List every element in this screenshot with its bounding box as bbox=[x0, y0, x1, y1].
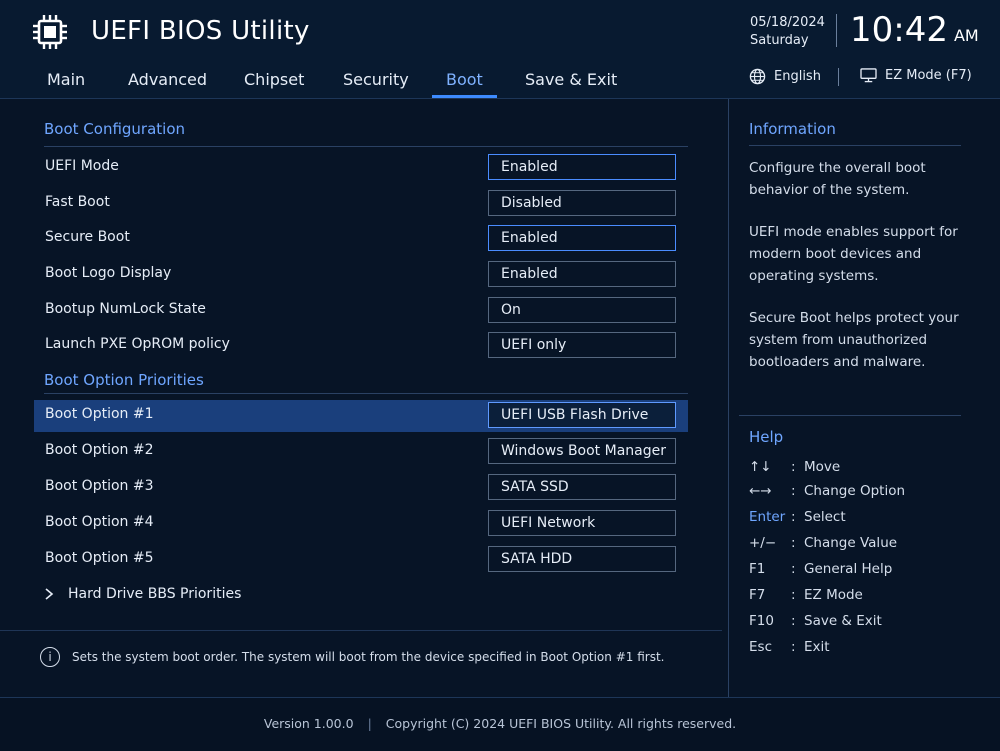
footer-text: Version 1.00.0 | Copyright (C) 2024 UEFI B… bbox=[263, 716, 737, 731]
submenu-hard-drive-bbs-priorities[interactable]: Hard Drive BBS Priorities bbox=[44, 586, 241, 602]
help-title: Help bbox=[749, 428, 784, 446]
help-key: +/− bbox=[749, 535, 777, 551]
info-icon: i bbox=[40, 647, 60, 667]
information-text: Configure the overall boot behavior of t… bbox=[749, 157, 969, 393]
information-divider bbox=[749, 145, 961, 146]
tab-chipset[interactable]: Chipset bbox=[244, 60, 304, 98]
help-key: F1 bbox=[749, 561, 766, 577]
setting-label: Secure Boot bbox=[45, 229, 130, 245]
boot-option-row-5[interactable]: Boot Option #5 SATA HDD bbox=[34, 544, 688, 576]
header-divider-2 bbox=[838, 68, 839, 86]
tab-main[interactable]: Main bbox=[47, 60, 85, 98]
boot-option-value[interactable]: SATA SSD bbox=[488, 474, 676, 500]
setting-row-pxe-oprom-policy[interactable]: Launch PXE OpROM policy UEFI only bbox=[34, 330, 688, 362]
date-display: 05/18/2024 Saturday bbox=[750, 14, 825, 50]
side-divider bbox=[739, 415, 961, 416]
help-desc: Change Value bbox=[804, 535, 898, 551]
help-desc: Save & Exit bbox=[804, 613, 882, 629]
monitor-icon bbox=[860, 68, 877, 83]
setting-value[interactable]: UEFI only bbox=[488, 332, 676, 358]
info-paragraph: UEFI mode enables support for modern boo… bbox=[749, 224, 958, 284]
boot-option-value[interactable]: UEFI USB Flash Drive bbox=[488, 402, 676, 428]
setting-value[interactable]: Enabled bbox=[488, 225, 676, 251]
help-key: ←→ bbox=[749, 483, 772, 499]
help-key: Enter bbox=[749, 509, 786, 525]
help-key: Esc bbox=[749, 639, 772, 655]
submenu-label: Hard Drive BBS Priorities bbox=[68, 586, 242, 602]
setting-label: Boot Logo Display bbox=[45, 265, 172, 281]
help-desc: Change Option bbox=[804, 483, 906, 499]
setting-row-boot-logo-display[interactable]: Boot Logo Display Enabled bbox=[34, 259, 688, 291]
setting-row-uefi-mode[interactable]: UEFI Mode Enabled bbox=[34, 152, 688, 184]
setting-label: Bootup NumLock State bbox=[45, 301, 206, 317]
help-key: ↑↓ bbox=[749, 459, 772, 475]
setting-value[interactable]: On bbox=[488, 297, 676, 323]
globe-icon bbox=[749, 68, 766, 85]
help-desc: EZ Mode bbox=[804, 587, 863, 603]
footer-bar: Version 1.00.0 | Copyright (C) 2024 UEFI B… bbox=[0, 697, 1000, 751]
tab-boot[interactable]: Boot bbox=[432, 60, 497, 98]
boot-option-row-4[interactable]: Boot Option #4 UEFI Network bbox=[34, 508, 688, 540]
header-bar: UEFI BIOS Utility 05/18/2024 Saturday 10… bbox=[0, 0, 1000, 99]
setting-value[interactable]: Enabled bbox=[488, 154, 676, 180]
day-text: Saturday bbox=[750, 33, 809, 48]
boot-option-label: Boot Option #1 bbox=[45, 406, 154, 422]
date-text: 05/18/2024 bbox=[750, 15, 825, 30]
chevron-right-icon bbox=[45, 588, 54, 600]
hint-bar: i Sets the system boot order. The system… bbox=[40, 647, 664, 667]
help-desc: Move bbox=[804, 459, 841, 475]
help-desc: General Help bbox=[804, 561, 893, 577]
setting-label: Fast Boot bbox=[45, 194, 110, 210]
clock-time: 10:42 bbox=[850, 10, 948, 50]
ez-mode-label: EZ Mode (F7) bbox=[885, 68, 972, 83]
side-panel: Information Configure the overall boot b… bbox=[728, 99, 1000, 697]
section-divider bbox=[44, 146, 688, 147]
copyright-text: Copyright (C) 2024 UEFI BIOS Utility. Al… bbox=[385, 716, 737, 731]
hint-divider bbox=[0, 630, 722, 631]
app-title: UEFI BIOS Utility bbox=[91, 16, 310, 46]
version-text: Version 1.00.0 bbox=[263, 716, 354, 731]
info-paragraph: Configure the overall boot behavior of t… bbox=[749, 160, 926, 198]
help-key: F7 bbox=[749, 587, 766, 603]
boot-option-value[interactable]: Windows Boot Manager bbox=[488, 438, 676, 464]
tab-security[interactable]: Security bbox=[343, 60, 409, 98]
help-key: F10 bbox=[749, 613, 774, 629]
tab-save-exit[interactable]: Save & Exit bbox=[525, 60, 617, 98]
main-panel: Boot Configuration UEFI Mode Enabled Fas… bbox=[0, 99, 728, 697]
information-title: Information bbox=[749, 120, 836, 138]
boot-option-label: Boot Option #3 bbox=[45, 478, 154, 494]
boot-option-value[interactable]: SATA HDD bbox=[488, 546, 676, 572]
setting-value[interactable]: Enabled bbox=[488, 261, 676, 287]
setting-value[interactable]: Disabled bbox=[488, 190, 676, 216]
tab-advanced[interactable]: Advanced bbox=[128, 60, 207, 98]
boot-option-label: Boot Option #2 bbox=[45, 442, 154, 458]
help-desc: Exit bbox=[804, 639, 830, 655]
boot-option-row-1[interactable]: Boot Option #1 UEFI USB Flash Drive bbox=[34, 400, 688, 432]
cpu-chip-icon bbox=[33, 15, 67, 49]
language-label: English bbox=[774, 69, 821, 84]
boot-option-row-2[interactable]: Boot Option #2 Windows Boot Manager bbox=[34, 436, 688, 468]
language-selector[interactable]: English bbox=[749, 68, 821, 85]
info-paragraph: Secure Boot helps protect your system fr… bbox=[749, 310, 959, 370]
ez-mode-button[interactable]: EZ Mode (F7) bbox=[860, 68, 972, 83]
boot-option-label: Boot Option #4 bbox=[45, 514, 154, 530]
hint-text: Sets the system boot order. The system w… bbox=[72, 650, 665, 664]
setting-label: UEFI Mode bbox=[45, 158, 119, 174]
section-divider bbox=[44, 393, 688, 394]
section-title-boot-configuration: Boot Configuration bbox=[44, 120, 186, 138]
boot-option-value[interactable]: UEFI Network bbox=[488, 510, 676, 536]
setting-row-numlock-state[interactable]: Bootup NumLock State On bbox=[34, 295, 688, 327]
setting-row-fast-boot[interactable]: Fast Boot Disabled bbox=[34, 188, 688, 220]
help-desc: Select bbox=[804, 509, 846, 525]
header-divider bbox=[836, 14, 837, 47]
setting-label: Launch PXE OpROM policy bbox=[45, 336, 230, 352]
clock: 10:42 AM bbox=[850, 10, 979, 50]
boot-option-label: Boot Option #5 bbox=[45, 550, 154, 566]
setting-row-secure-boot[interactable]: Secure Boot Enabled bbox=[34, 223, 688, 255]
clock-ampm: AM bbox=[953, 26, 979, 45]
section-title-boot-option-priorities: Boot Option Priorities bbox=[44, 371, 204, 389]
boot-option-row-3[interactable]: Boot Option #3 SATA SSD bbox=[34, 472, 688, 504]
